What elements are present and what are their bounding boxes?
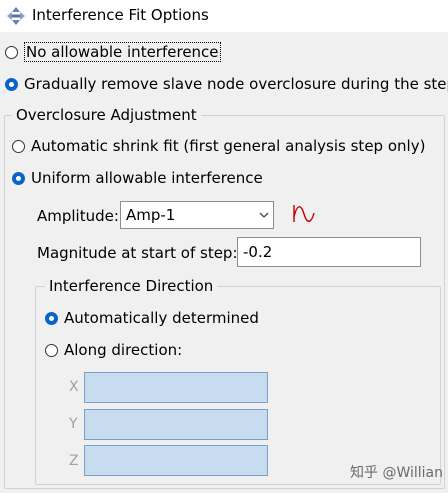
direction-legend: Interference Direction xyxy=(45,277,218,295)
z-direction-field[interactable] xyxy=(84,445,268,476)
uniform-label: Uniform allowable interference xyxy=(31,169,263,187)
auto-direction-radio[interactable] xyxy=(45,311,58,325)
no-interference-label: No allowable interference xyxy=(24,42,221,62)
x-axis-label: X xyxy=(69,379,79,395)
auto-shrink-option[interactable]: Automatic shrink fit (first general anal… xyxy=(12,135,425,157)
amplitude-label: Amplitude: xyxy=(37,207,119,225)
uniform-option[interactable]: Uniform allowable interference xyxy=(12,167,263,189)
y-direction-field[interactable] xyxy=(84,409,268,440)
title-bar: Interference Fit Options xyxy=(0,0,448,32)
along-direction-option[interactable]: Along direction: xyxy=(45,339,182,361)
app-icon xyxy=(7,7,25,25)
magnitude-label: Magnitude at start of step: xyxy=(37,244,238,262)
auto-shrink-label: Automatic shrink fit (first general anal… xyxy=(31,137,426,155)
overclosure-legend: Overclosure Adjustment xyxy=(12,106,201,124)
gradual-remove-radio[interactable] xyxy=(5,77,18,91)
amplitude-select[interactable]: Amp-1 xyxy=(120,201,274,229)
watermark: 知乎 @Willian xyxy=(350,465,443,481)
gradual-remove-option[interactable]: Gradually remove slave node overclosure … xyxy=(5,73,448,95)
amplitude-value: Amp-1 xyxy=(126,206,176,224)
chevron-down-icon xyxy=(259,212,269,218)
auto-direction-label: Automatically determined xyxy=(64,309,259,327)
along-direction-label: Along direction: xyxy=(64,341,183,359)
x-direction-field[interactable] xyxy=(84,372,268,403)
auto-shrink-radio[interactable] xyxy=(12,139,25,153)
magnitude-value: -0.2 xyxy=(243,243,273,261)
y-axis-label: Y xyxy=(69,416,78,432)
window-title: Interference Fit Options xyxy=(32,6,209,24)
amplitude-wave-icon[interactable] xyxy=(292,203,316,225)
magnitude-input[interactable]: -0.2 xyxy=(237,237,421,267)
along-direction-radio[interactable] xyxy=(45,343,58,357)
no-interference-radio[interactable] xyxy=(5,45,18,59)
uniform-radio[interactable] xyxy=(12,171,25,185)
z-axis-label: Z xyxy=(69,453,79,469)
auto-direction-option[interactable]: Automatically determined xyxy=(45,307,259,329)
gradual-remove-label: Gradually remove slave node overclosure … xyxy=(24,75,448,93)
no-interference-option[interactable]: No allowable interference xyxy=(5,41,221,63)
